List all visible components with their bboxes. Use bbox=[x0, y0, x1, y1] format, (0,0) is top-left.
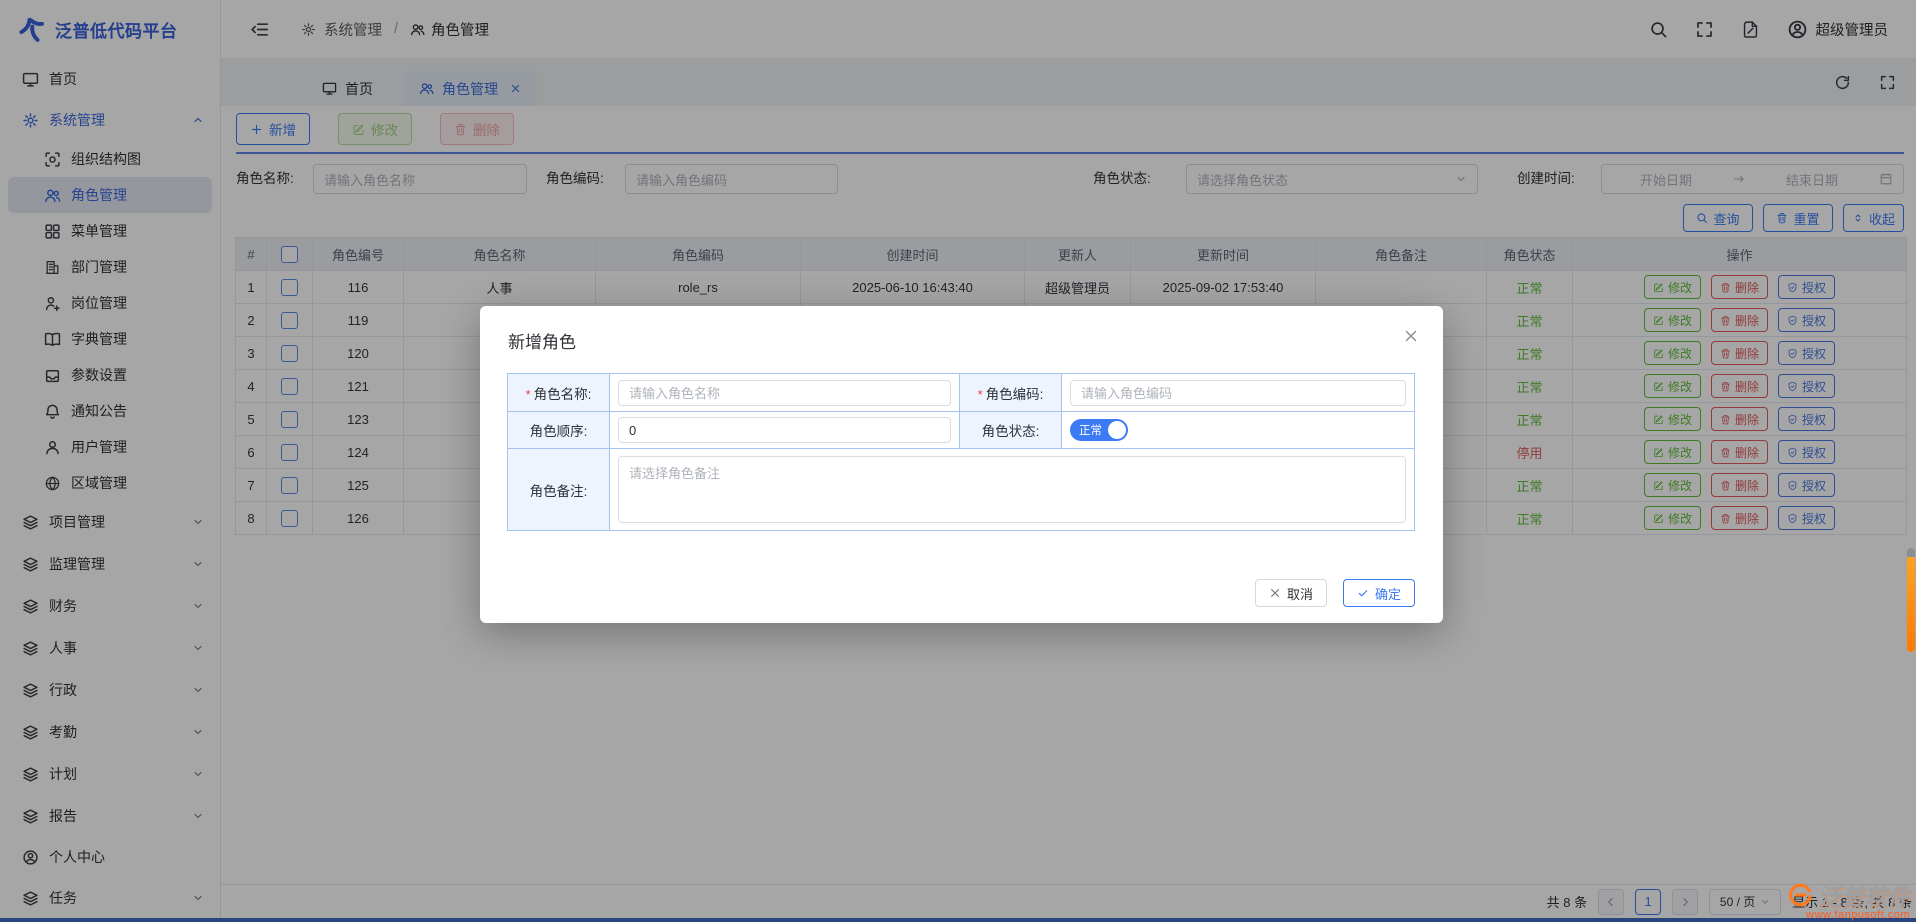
role-name-input[interactable]: 请输入角色名称 bbox=[618, 380, 951, 406]
role-status-toggle[interactable]: 正常 bbox=[1070, 419, 1128, 441]
role-code-label: 角色编码: bbox=[978, 383, 1044, 403]
close-icon bbox=[1269, 587, 1281, 599]
app-window: 泛普低代码平台 首页系统管理组织结构图角色管理菜单管理部门管理岗位管理字典管理参… bbox=[0, 0, 1916, 922]
role-order-label: 角色顺序: bbox=[530, 420, 588, 440]
role-remark-label: 角色备注: bbox=[530, 480, 588, 500]
toggle-knob bbox=[1108, 421, 1126, 439]
role-remark-textarea[interactable]: 请选择角色备注 bbox=[618, 456, 1406, 523]
scrollbar-thumb[interactable] bbox=[1907, 548, 1915, 652]
dialog-footer: 取消 确定 bbox=[1255, 579, 1415, 607]
watermark-logo-icon bbox=[1788, 882, 1814, 908]
watermark-name: 泛普软件 bbox=[1818, 878, 1910, 912]
dialog-title: 新增角色 bbox=[508, 328, 576, 353]
confirm-button[interactable]: 确定 bbox=[1343, 579, 1415, 607]
watermark-url: www.fanpusoft.com bbox=[1806, 909, 1910, 921]
role-name-label: 角色名称: bbox=[526, 383, 592, 403]
add-role-form: 角色名称: 请输入角色名称 角色编码: 请输入角色编码 角色顺序: 0 角色状态… bbox=[507, 373, 1415, 531]
check-icon bbox=[1357, 587, 1369, 599]
add-role-dialog: 新增角色 角色名称: 请输入角色名称 角色编码: 请输入角色编码 角色顺序: 0… bbox=[480, 306, 1443, 623]
role-status-label: 角色状态: bbox=[982, 420, 1040, 440]
role-code-input[interactable]: 请输入角色编码 bbox=[1070, 380, 1406, 406]
cancel-button[interactable]: 取消 bbox=[1255, 579, 1327, 607]
watermark: 泛普软件 www.fanpusoft.com bbox=[1788, 878, 1910, 921]
role-order-input[interactable]: 0 bbox=[618, 417, 951, 443]
close-icon[interactable] bbox=[1403, 328, 1419, 344]
